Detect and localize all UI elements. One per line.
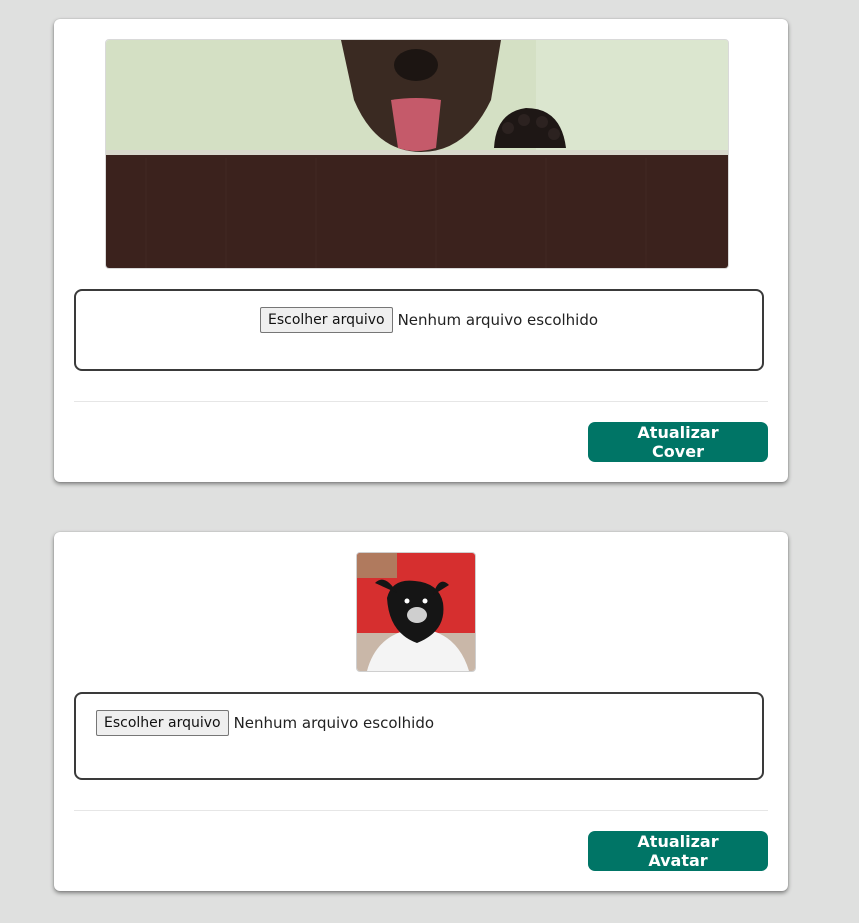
- cover-divider: [74, 401, 768, 402]
- avatar-no-file-text: Nenhum arquivo escolhido: [233, 714, 435, 732]
- avatar-choose-file-button[interactable]: Escolher arquivo: [96, 710, 229, 736]
- avatar-upload-zone[interactable]: Escolher arquivo Nenhum arquivo escolhid…: [74, 692, 764, 780]
- cover-no-file-text: Nenhum arquivo escolhido: [397, 311, 599, 329]
- cover-card: Escolher arquivo Nenhum arquivo escolhid…: [54, 19, 788, 482]
- update-cover-button[interactable]: Atualizar Cover: [588, 422, 768, 462]
- avatar-file-input[interactable]: Escolher arquivo Nenhum arquivo escolhid…: [96, 710, 434, 736]
- avatar-image: [356, 552, 476, 672]
- avatar-card: Escolher arquivo Nenhum arquivo escolhid…: [54, 532, 788, 891]
- update-avatar-button[interactable]: Atualizar Avatar: [588, 831, 768, 871]
- cover-file-input[interactable]: Escolher arquivo Nenhum arquivo escolhid…: [260, 307, 598, 333]
- cover-choose-file-button[interactable]: Escolher arquivo: [260, 307, 393, 333]
- cover-upload-zone[interactable]: Escolher arquivo Nenhum arquivo escolhid…: [74, 289, 764, 371]
- cover-image: [105, 39, 729, 269]
- avatar-divider: [74, 810, 768, 811]
